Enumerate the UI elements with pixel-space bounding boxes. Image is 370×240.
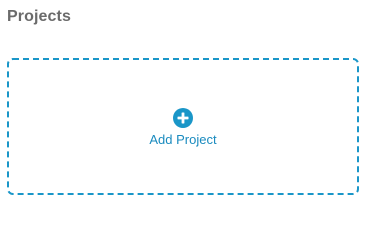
add-project-label: Add Project (149, 132, 217, 147)
section-title: Projects (7, 8, 71, 25)
add-project-button[interactable]: Add Project (7, 58, 359, 195)
plus-circle-icon (173, 108, 193, 128)
